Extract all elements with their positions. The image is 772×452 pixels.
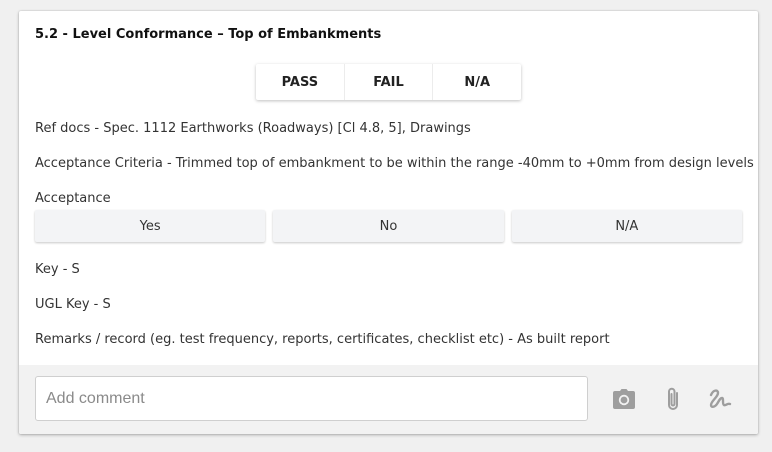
acceptance-label: Acceptance bbox=[35, 191, 111, 206]
acceptance-na-button[interactable]: N/A bbox=[511, 210, 742, 242]
na-button[interactable]: N/A bbox=[432, 64, 521, 100]
paperclip-icon[interactable] bbox=[660, 386, 686, 412]
acceptance-no-button[interactable]: No bbox=[273, 210, 504, 242]
acceptance-criteria-text: Acceptance Criteria - Trimmed top of emb… bbox=[35, 156, 754, 171]
ugl-key-text: UGL Key - S bbox=[35, 297, 111, 312]
signature-icon[interactable] bbox=[707, 386, 733, 412]
inspection-item-card: 5.2 - Level Conformance – Top of Embankm… bbox=[19, 11, 758, 434]
acceptance-options: Yes No N/A bbox=[35, 210, 742, 242]
result-selector: PASS FAIL N/A bbox=[256, 64, 521, 100]
key-text: Key - S bbox=[35, 262, 80, 277]
comment-footer bbox=[19, 365, 758, 434]
acceptance-yes-button[interactable]: Yes bbox=[35, 210, 266, 242]
remarks-text: Remarks / record (eg. test frequency, re… bbox=[35, 332, 610, 347]
section-title: 5.2 - Level Conformance – Top of Embankm… bbox=[35, 27, 382, 42]
comment-input[interactable] bbox=[35, 376, 588, 421]
camera-icon[interactable] bbox=[611, 386, 637, 412]
pass-button[interactable]: PASS bbox=[256, 64, 344, 100]
ref-docs-text: Ref docs - Spec. 1112 Earthworks (Roadwa… bbox=[35, 121, 471, 136]
fail-button[interactable]: FAIL bbox=[343, 64, 433, 100]
